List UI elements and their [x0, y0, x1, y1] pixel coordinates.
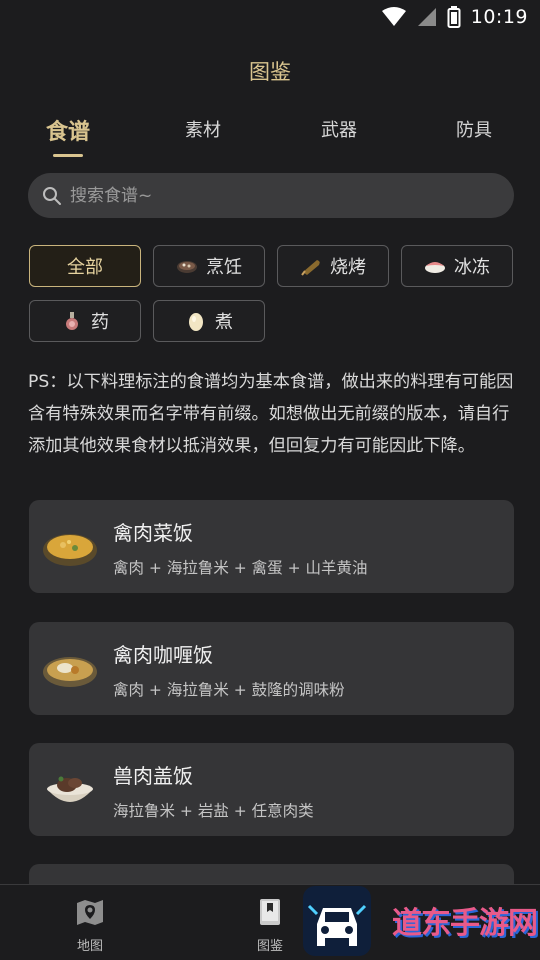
signal-icon: [417, 8, 436, 26]
cooking-pot-icon: [177, 261, 197, 273]
active-tab-indicator: [53, 154, 83, 157]
search-input[interactable]: [70, 185, 514, 206]
grilled-fish-icon: [301, 260, 320, 276]
status-icons: 10:19: [381, 6, 528, 28]
battery-icon: [447, 6, 461, 28]
pilaf-dish-icon: [43, 534, 97, 566]
recipe-card[interactable]: 禽肉菜饭 禽肉 + 海拉鲁米 + 禽蛋 + 山羊黄油: [29, 500, 514, 593]
filter-frozen[interactable]: 冰冻: [401, 245, 513, 287]
tab-materials[interactable]: 素材: [185, 116, 221, 142]
recipe-ingredients: 禽肉 + 海拉鲁米 + 鼓隆的调味粉: [113, 681, 345, 699]
filter-medicine[interactable]: 药: [29, 300, 141, 342]
filter-cooking[interactable]: 烹饪: [153, 245, 265, 287]
watermark-text: 道东手游网: [392, 906, 538, 941]
filter-label: 全部: [67, 257, 103, 278]
meat-bowl-icon: [47, 776, 93, 802]
filter-label: 煮: [215, 312, 233, 333]
nav-encyclopedia[interactable]: 图鉴: [240, 897, 300, 954]
filter-grill[interactable]: 烧烤: [277, 245, 389, 287]
recipe-name: 禽肉咖喱饭: [113, 643, 213, 667]
wifi-icon: [381, 7, 406, 26]
filter-all[interactable]: 全部: [29, 245, 141, 287]
filter-label: 冰冻: [454, 257, 490, 278]
status-bar: 10:19: [0, 0, 540, 38]
search-bar[interactable]: [28, 173, 514, 218]
recipe-card[interactable]: 兽肉盖饭 海拉鲁米 + 岩盐 + 任意肉类: [29, 743, 514, 836]
recipe-ingredients: 禽肉 + 海拉鲁米 + 禽蛋 + 山羊黄油: [113, 559, 368, 577]
book-icon: [260, 899, 280, 925]
tab-armor[interactable]: 防具: [456, 116, 492, 142]
potion-icon: [66, 312, 78, 330]
tab-recipes[interactable]: 食谱: [46, 114, 90, 146]
nav-map[interactable]: 地图: [60, 897, 120, 954]
nav-label: 地图: [76, 939, 103, 954]
filter-boil[interactable]: 煮: [153, 300, 265, 342]
app-screen: 10:19 图鉴 食谱 素材 武器 防具 全部 烹饪 烧烤: [0, 0, 540, 960]
filter-label: 烹饪: [206, 257, 242, 278]
egg-icon: [189, 313, 203, 331]
category-tabs: 食谱 素材 武器 防具: [0, 116, 540, 162]
watermark-logo: [303, 886, 371, 956]
sushi-icon: [425, 262, 445, 273]
recipe-note: PS：以下料理标注的食谱均为基本食谱，做出来的料理有可能因含有特殊效果而名字带有…: [28, 372, 514, 456]
recipe-ingredients: 海拉鲁米 + 岩盐 + 任意肉类: [113, 802, 314, 820]
car-icon: [307, 904, 367, 946]
recipe-name: 兽肉盖饭: [113, 764, 193, 788]
map-icon: [77, 900, 103, 925]
nav-label: 图鉴: [256, 939, 283, 954]
filter-label: 烧烤: [330, 257, 366, 278]
filter-label: 药: [91, 312, 109, 333]
recipe-card[interactable]: 禽肉咖喱饭 禽肉 + 海拉鲁米 + 鼓隆的调味粉: [29, 622, 514, 715]
tab-weapons[interactable]: 武器: [321, 116, 357, 142]
curry-dish-icon: [43, 657, 97, 687]
search-icon: [43, 186, 61, 205]
status-time: 10:19: [470, 6, 528, 28]
recipe-name: 禽肉菜饭: [113, 521, 193, 545]
page-title: 图鉴: [249, 60, 291, 84]
